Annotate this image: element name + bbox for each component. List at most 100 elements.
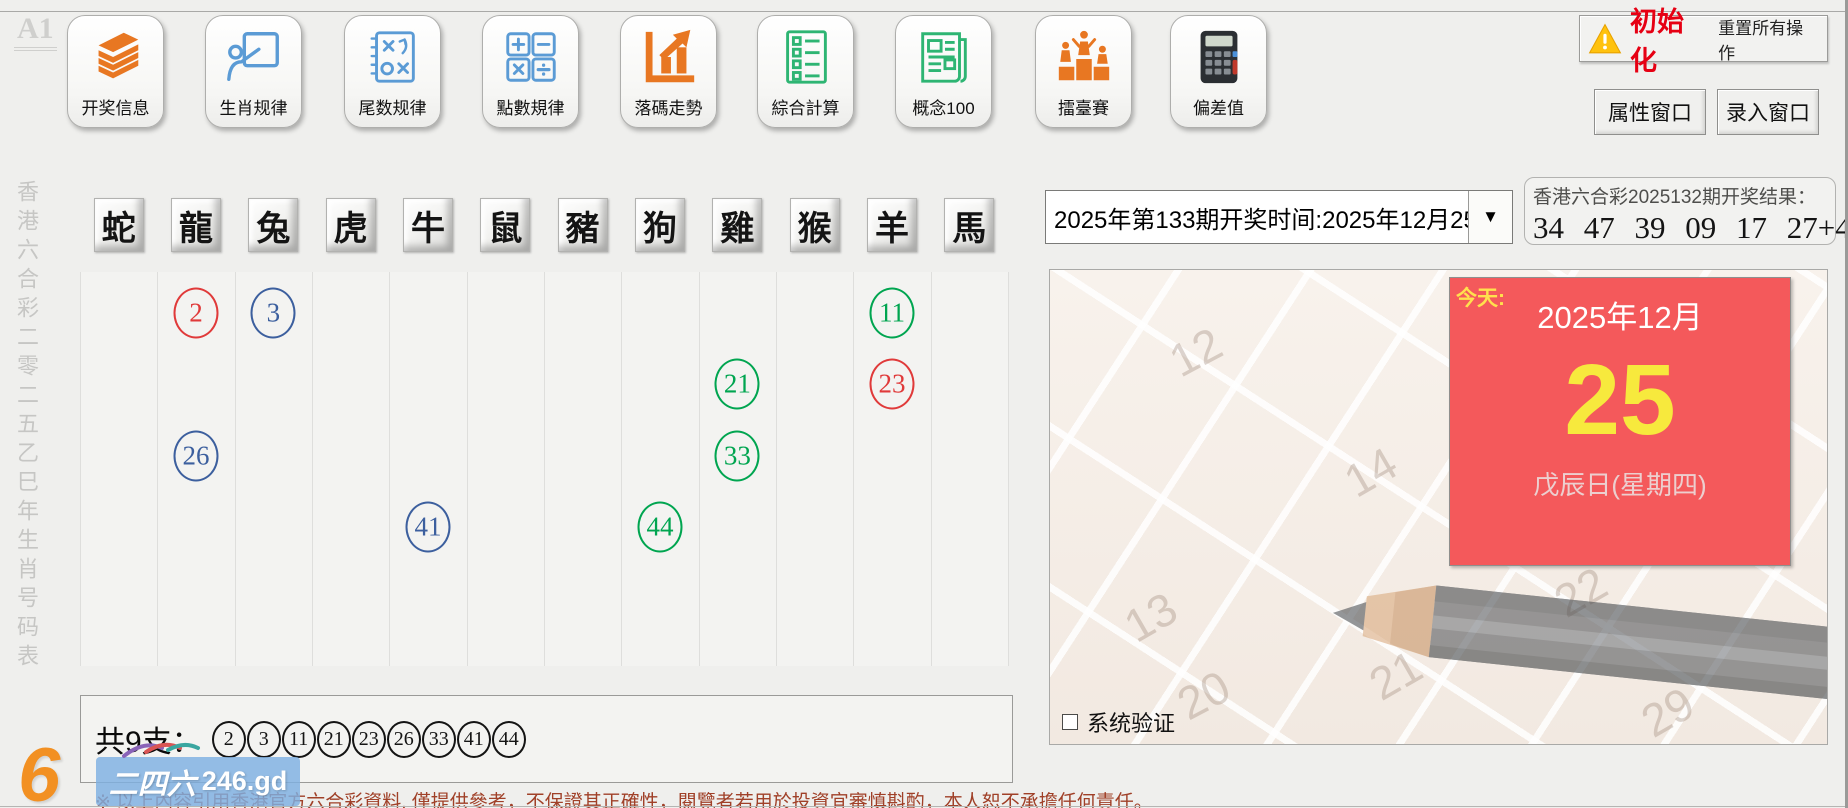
toolbar-label: 擂臺賽	[1058, 99, 1109, 118]
number-mark-44: 44	[637, 501, 683, 553]
zodiac-button-7[interactable]: 豬	[557, 198, 608, 252]
zodiac-button-8[interactable]: 狗	[635, 198, 685, 252]
number-mark-21: 21	[714, 358, 760, 410]
number-mark-11: 11	[869, 287, 915, 339]
zodiac-button-3[interactable]: 兔	[248, 198, 299, 252]
zodiac-button-2[interactable]: 龍	[171, 198, 221, 252]
initialize-button[interactable]: 初始化 重置所有操作	[1579, 7, 1828, 76]
zodiac-button-6[interactable]: 鼠	[480, 198, 531, 252]
grid-column-line	[312, 272, 313, 666]
watermark-domain-text: 246.gd	[201, 766, 288, 796]
result-numbers: 34 47 39 09 17 27+46	[1533, 210, 1848, 245]
summary-circled-number: 23	[351, 720, 386, 758]
zodiac-button-10[interactable]: 猴	[789, 198, 840, 252]
entry-window-label: 录入窗口	[1726, 102, 1810, 125]
books-icon	[85, 26, 147, 88]
checklist-icon	[775, 26, 837, 88]
watermark-6-logo: 6	[18, 733, 61, 808]
zodiac-button-12[interactable]: 馬	[944, 198, 995, 252]
top-divider	[0, 11, 1845, 12]
calendar-faded-number: 13	[1115, 581, 1186, 653]
period-dropdown[interactable]: 2025年第133期开奖时间:2025年12月25日(星期四) ▼	[1045, 190, 1513, 244]
calendar-faded-number: 14	[1335, 436, 1406, 508]
number-mark-26: 26	[173, 430, 219, 482]
newspaper-icon	[913, 26, 975, 88]
zodiac-button-1[interactable]: 蛇	[93, 198, 144, 252]
zodiac-button-4[interactable]: 虎	[325, 198, 376, 252]
grid-column-line	[853, 272, 855, 666]
initialize-label: 初始化	[1630, 6, 1684, 76]
toolbar-button-trend[interactable]: 落碼走勢	[620, 15, 717, 128]
toolbar-button-tail-pattern[interactable]: 尾数规律	[344, 15, 441, 128]
pencil-icon	[1331, 570, 1827, 725]
number-mark-3: 3	[250, 287, 296, 339]
zodiac-button-9[interactable]: 雞	[712, 198, 763, 252]
period-dropdown-value: 2025年第133期开奖时间:2025年12月25日(星期四)	[1054, 206, 1468, 234]
toolbar-label: 偏差值	[1193, 99, 1244, 118]
system-verify-checkbox[interactable]	[1062, 714, 1078, 730]
vertical-title: 香港六合彩二零二五乙巳年生肖号码表	[14, 180, 39, 673]
toolbar-label: 點數規律	[496, 99, 565, 118]
summary-circled-number: 2	[211, 720, 246, 758]
number-mark-23: 23	[869, 358, 915, 410]
app-window: A1 开奖信息 生肖规律 尾数规律 點數規律 落碼走勢 綜合計算 概念100 擂…	[0, 0, 1848, 808]
grid-column-line	[157, 272, 159, 666]
calendar-day-card: 今天: 2025年12月 25 戊辰日(星期四)	[1449, 277, 1791, 566]
strategy-icon	[362, 26, 424, 88]
toolbar-label: 尾数规律	[358, 99, 427, 118]
toolbar-button-zodiac-pattern[interactable]: 生肖规律	[205, 15, 302, 128]
toolbar-button-deviation[interactable]: 偏差值	[1170, 15, 1267, 128]
grid-column-line	[234, 272, 236, 666]
toolbar-button-point-pattern[interactable]: 點數規律	[482, 15, 579, 128]
warning-icon	[1588, 23, 1622, 55]
toolbar-label: 开奖信息	[81, 99, 150, 118]
watermark-swirl-icon	[118, 736, 208, 767]
grid-column-line	[466, 272, 468, 666]
presentation-icon	[223, 26, 285, 88]
grid-column-line	[80, 272, 81, 666]
number-mark-2: 2	[173, 287, 219, 339]
chevron-down-icon[interactable]: ▼	[1468, 191, 1512, 243]
calendar-day-number: 25	[1564, 344, 1676, 456]
grid-column-line	[389, 272, 391, 666]
corner-label: A1	[14, 12, 57, 51]
today-label: 今天:	[1456, 287, 1505, 310]
toolbar-button-lottery-info[interactable]: 开奖信息	[67, 15, 164, 128]
podium-icon	[1053, 26, 1115, 88]
toolbar-button-composite-calc[interactable]: 綜合計算	[757, 15, 854, 128]
number-mark-41: 41	[405, 501, 451, 553]
summary-circled-number: 3	[246, 720, 281, 758]
toolbar-button-concept100[interactable]: 概念100	[895, 15, 992, 128]
toolbar-label: 概念100	[912, 99, 975, 118]
system-verify-row[interactable]: 系统验证	[1062, 706, 1175, 738]
grid-column-line	[698, 272, 700, 666]
calendar-panel: 12 14 13 22 21 20 29 今天: 2025年12月 25 戊辰日(星期四)	[1049, 269, 1828, 745]
calendar-faded-number: 12	[1160, 317, 1231, 387]
trend-chart-icon	[638, 26, 700, 88]
grid-column-line	[621, 272, 623, 666]
zodiac-row: 蛇龍兔虎牛鼠豬狗雞猴羊馬	[80, 198, 1008, 252]
result-title: 香港六合彩2025132期开奖结果：	[1533, 187, 1816, 208]
result-box: 香港六合彩2025132期开奖结果： 34 47 39 09 17 27+46	[1524, 177, 1848, 245]
calendar-faded-number: 20	[1168, 660, 1239, 730]
bottom-divider	[0, 806, 1845, 807]
calculator-icon	[1188, 26, 1250, 88]
zodiac-button-5[interactable]: 牛	[403, 198, 453, 252]
properties-window-button[interactable]: 属性窗口	[1594, 89, 1706, 135]
grid-column-line	[776, 272, 777, 666]
toolbar-button-arena[interactable]: 擂臺賽	[1035, 15, 1132, 128]
grid-column-line	[544, 272, 545, 666]
toolbar-label: 生肖规律	[219, 99, 288, 118]
summary-circled-number: 11	[281, 720, 316, 758]
number-mark-33: 33	[714, 430, 760, 482]
summary-circled-number: 44	[491, 720, 526, 758]
summary-numbers: 2 3 11 21 23 26 33 41 44	[211, 720, 527, 758]
summary-circled-number: 33	[421, 720, 456, 758]
zodiac-button-11[interactable]: 羊	[867, 198, 917, 252]
entry-window-button[interactable]: 录入窗口	[1717, 89, 1819, 135]
summary-circled-number: 21	[316, 720, 351, 758]
initialize-sublabel: 重置所有操作	[1718, 18, 1804, 63]
system-verify-label: 系统验证	[1087, 711, 1176, 736]
grid-column-line	[1008, 272, 1009, 666]
math-ops-icon	[500, 26, 562, 88]
